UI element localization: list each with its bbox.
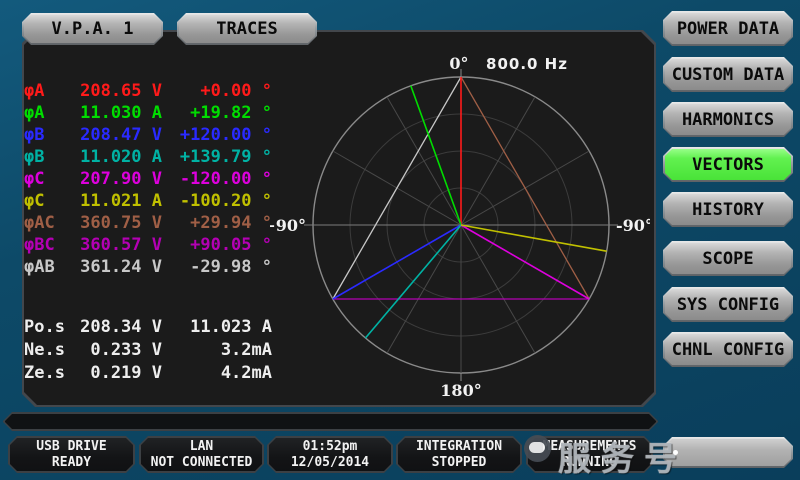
status-panel-integration: INTEGRATIONSTOPPED <box>396 436 522 473</box>
summary-voltage: 208.34 V <box>80 316 162 339</box>
summary-label: Ne.s <box>24 339 80 362</box>
nav-button-label: POWER DATA <box>663 11 793 46</box>
phase-row: φA208.65 V+0.00 ° <box>24 80 274 102</box>
summary-row: Po.s208.34 V11.023 A <box>24 316 274 339</box>
phase-row: φC11.021 A-100.20 ° <box>24 190 274 212</box>
summary-current: 3.2mA <box>162 339 272 362</box>
phase-angle: +90.05 ° <box>162 234 272 256</box>
status-panel-text: MEASUREMENTSRUNNING <box>526 436 653 473</box>
summary-voltage: 0.233 V <box>80 339 162 362</box>
phase-label: φBC <box>24 234 68 256</box>
phase-label: φA <box>24 80 68 102</box>
phase-row: φAC360.75 V+29.94 ° <box>24 212 274 234</box>
blank-softkey-button[interactable] <box>663 437 793 468</box>
traces-button[interactable]: TRACES <box>177 13 317 45</box>
sequence-summary-table: Po.s208.34 V11.023 ANe.s0.233 V3.2mAZe.s… <box>24 316 274 385</box>
phase-value: 11.021 A <box>68 190 162 212</box>
phase-value: 360.57 V <box>68 234 162 256</box>
phase-angle: -100.20 ° <box>162 190 272 212</box>
phase-angle: +19.82 ° <box>162 102 272 124</box>
status-panel-text: USB DRIVEREADY <box>8 436 135 473</box>
nav-button-label: CHNL CONFIG <box>663 332 793 367</box>
summary-row: Ze.s0.219 V4.2mA <box>24 362 274 385</box>
vpa-1-button-label: V.P.A. 1 <box>22 13 163 45</box>
phase-angle: +0.00 ° <box>162 80 272 102</box>
phase-label: φC <box>24 168 68 190</box>
softkey-indicator-dot <box>673 450 678 455</box>
phase-value: 11.030 A <box>68 102 162 124</box>
phase-row: φB208.47 V+120.00 ° <box>24 124 274 146</box>
status-panel-01:52pm: 01:52pm12/05/2014 <box>267 436 393 473</box>
phase-row: φAB361.24 V-29.98 ° <box>24 256 274 278</box>
phase-value: 11.020 A <box>68 146 162 168</box>
power-analyzer-screen: V.P.A. 1 TRACES φA208.65 V+0.00 °φA11.03… <box>0 0 800 480</box>
nav-button-sys-config[interactable]: SYS CONFIG <box>663 287 793 322</box>
phase-label: φA <box>24 102 68 124</box>
phase-value: 208.47 V <box>68 124 162 146</box>
status-panel-lan: LANNOT CONNECTED <box>139 436 264 473</box>
summary-current: 11.023 A <box>162 316 272 339</box>
nav-button-scope[interactable]: SCOPE <box>663 241 793 276</box>
phase-row: φBC360.57 V+90.05 ° <box>24 234 274 256</box>
nav-button-harmonics[interactable]: HARMONICS <box>663 102 793 137</box>
phase-value: 361.24 V <box>68 256 162 278</box>
summary-row: Ne.s0.233 V3.2mA <box>24 339 274 362</box>
nav-button-custom-data[interactable]: CUSTOM DATA <box>663 57 793 92</box>
nav-button-label: HARMONICS <box>663 102 793 137</box>
phase-angle: +139.79 ° <box>162 146 272 168</box>
phase-value: 208.65 V <box>68 80 162 102</box>
status-panel-text: LANNOT CONNECTED <box>139 436 264 473</box>
status-panel-text: 01:52pm12/05/2014 <box>267 436 393 473</box>
nav-button-label: SCOPE <box>663 241 793 276</box>
nav-button-vectors[interactable]: VECTORS <box>663 147 793 182</box>
phase-label: φAB <box>24 256 68 278</box>
phase-row: φA11.030 A+19.82 ° <box>24 102 274 124</box>
nav-button-chnl-config[interactable]: CHNL CONFIG <box>663 332 793 367</box>
phase-angle: +120.00 ° <box>162 124 272 146</box>
phase-label: φAC <box>24 212 68 234</box>
nav-button-history[interactable]: HISTORY <box>663 192 793 227</box>
summary-label: Ze.s <box>24 362 80 385</box>
traces-button-label: TRACES <box>177 13 317 45</box>
phase-angle: -29.98 ° <box>162 256 272 278</box>
summary-current: 4.2mA <box>162 362 272 385</box>
status-panel-usb-drive: USB DRIVEREADY <box>8 436 135 473</box>
phase-value: 207.90 V <box>68 168 162 190</box>
lower-divider-bar <box>3 412 658 431</box>
phase-label: φB <box>24 124 68 146</box>
phase-label: φB <box>24 146 68 168</box>
phase-angle: -120.00 ° <box>162 168 272 190</box>
phase-angle: +29.94 ° <box>162 212 272 234</box>
vpa-1-button[interactable]: V.P.A. 1 <box>22 13 163 45</box>
phase-label: φC <box>24 190 68 212</box>
phase-row: φC207.90 V-120.00 ° <box>24 168 274 190</box>
phase-value: 360.75 V <box>68 212 162 234</box>
summary-label: Po.s <box>24 316 80 339</box>
phase-row: φB11.020 A+139.79 ° <box>24 146 274 168</box>
status-panel-text: INTEGRATIONSTOPPED <box>396 436 522 473</box>
nav-button-label: HISTORY <box>663 192 793 227</box>
nav-button-label: VECTORS <box>663 147 793 182</box>
status-panel-measurements: MEASUREMENTSRUNNING <box>526 436 653 473</box>
nav-button-power-data[interactable]: POWER DATA <box>663 11 793 46</box>
phase-vector-table: φA208.65 V+0.00 °φA11.030 A+19.82 °φB208… <box>24 80 274 278</box>
nav-button-label: SYS CONFIG <box>663 287 793 322</box>
summary-voltage: 0.219 V <box>80 362 162 385</box>
nav-button-label: CUSTOM DATA <box>663 57 793 92</box>
